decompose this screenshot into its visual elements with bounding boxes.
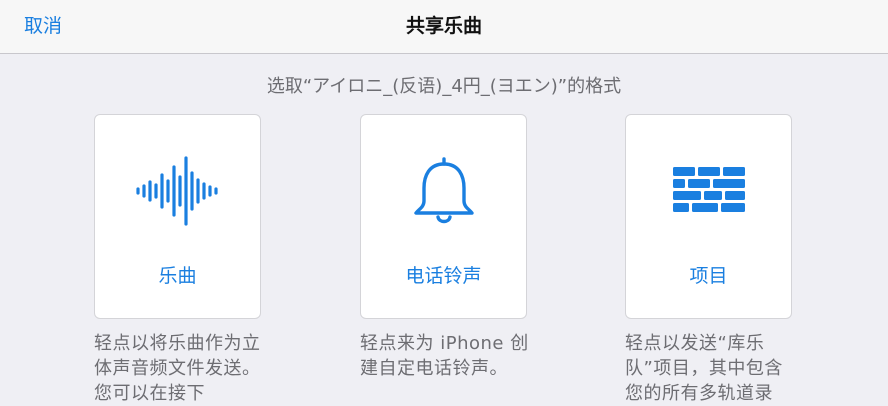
option-description-song: 轻点以将乐曲作为立体声音频文件发送。您可以在接下 [94,333,261,404]
option-card-song[interactable]: 乐曲 [94,114,261,319]
format-prompt: 选取“アイロニ_(反语)_4円_(ヨエン)”的格式 [266,76,622,97]
bell-icon [361,155,526,227]
option-card-project[interactable]: 项目 [625,114,792,319]
option-description-ringtone: 轻点来为 iPhone 创建自定电话铃声。 [360,333,529,379]
option-label-project: 项目 [689,265,728,287]
navigation-bar: 取消 共享乐曲 [0,0,888,54]
option-label-song: 乐曲 [158,265,197,287]
page-title: 共享乐曲 [405,15,482,37]
option-label-ringtone: 电话铃声 [405,265,482,287]
waveform-icon [95,155,260,227]
option-description-project: 轻点以发送“库乐队”项目，其中包含您的所有多轨道录 [625,333,783,404]
tracks-icon [626,155,791,227]
option-card-ringtone[interactable]: 电话铃声 [360,114,527,319]
